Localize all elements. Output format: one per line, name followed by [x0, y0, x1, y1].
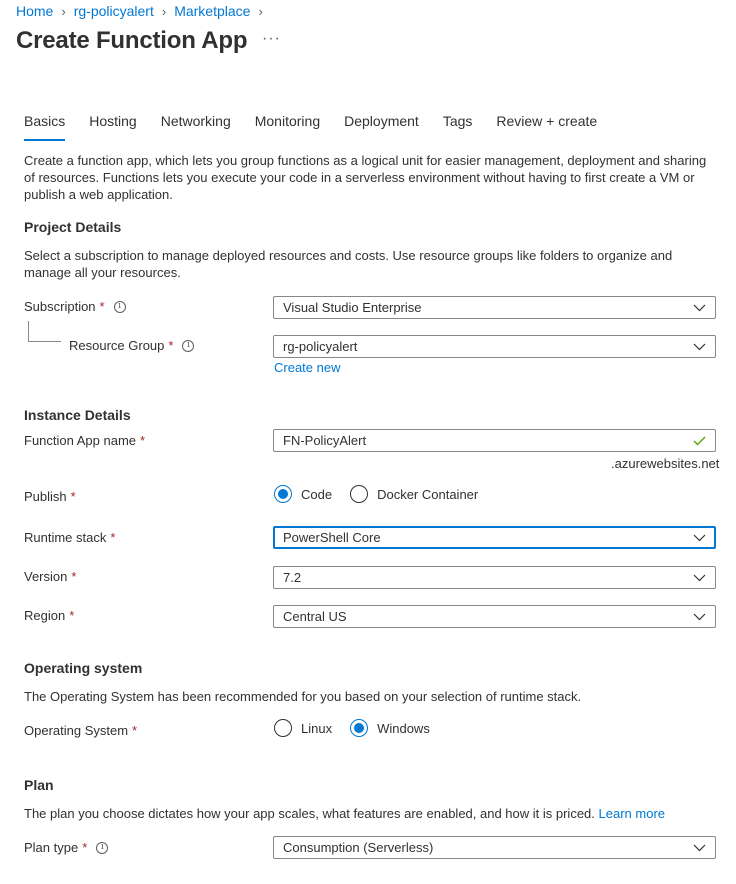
checkmark-icon	[692, 434, 706, 448]
radio-checked-icon[interactable]	[350, 719, 369, 737]
operating-system-label: Operating System *	[24, 723, 137, 738]
function-app-name-label-text: Function App name	[24, 433, 137, 448]
tab-tags[interactable]: Tags	[443, 113, 473, 141]
publish-label-text: Publish	[24, 489, 67, 504]
plan-type-value: Consumption (Serverless)	[283, 840, 434, 855]
tab-hosting[interactable]: Hosting	[89, 113, 136, 141]
required-marker: *	[132, 723, 138, 738]
required-marker: *	[82, 840, 88, 855]
tree-connector	[28, 321, 29, 341]
function-app-name-label: Function App name *	[24, 433, 145, 448]
breadcrumb: Home › rg-policyalert › Marketplace ›	[16, 2, 271, 20]
resource-group-label-text: Resource Group	[69, 338, 165, 353]
tree-connector	[28, 341, 61, 342]
required-marker: *	[110, 530, 116, 545]
info-icon[interactable]: i	[113, 300, 126, 313]
ellipsis-icon[interactable]: ···	[262, 30, 281, 48]
publish-option-docker[interactable]: Docker Container	[350, 485, 478, 503]
version-dropdown[interactable]: 7.2	[273, 566, 716, 589]
runtime-stack-label-text: Runtime stack	[24, 530, 107, 545]
page-title: Create Function App	[16, 27, 248, 54]
runtime-stack-value: PowerShell Core	[283, 530, 381, 545]
os-option-windows-label: Windows	[377, 720, 430, 736]
required-marker: *	[168, 338, 174, 353]
region-dropdown[interactable]: Central US	[273, 605, 716, 628]
plan-description: The plan you choose dictates how your ap…	[24, 805, 719, 822]
version-label: Version *	[24, 569, 76, 584]
required-marker: *	[70, 489, 76, 504]
breadcrumb-resource-group[interactable]: rg-policyalert	[74, 3, 154, 19]
intro-text: Create a function app, which lets you gr…	[24, 153, 707, 202]
required-marker: *	[71, 569, 77, 584]
chevron-down-icon	[692, 531, 706, 545]
operating-system-heading: Operating system	[24, 660, 143, 676]
chevron-right-icon: ›	[258, 3, 263, 19]
function-app-name-value: FN-PolicyAlert	[283, 433, 367, 448]
chevron-down-icon	[692, 841, 706, 855]
chevron-right-icon: ›	[161, 3, 167, 19]
publish-option-code[interactable]: Code	[274, 485, 332, 503]
radio-unchecked-icon[interactable]	[350, 485, 369, 503]
subscription-value: Visual Studio Enterprise	[283, 300, 422, 315]
learn-more-link[interactable]: Learn more	[599, 806, 665, 821]
chevron-down-icon	[692, 610, 706, 624]
tab-bar: Basics Hosting Networking Monitoring Dep…	[24, 113, 621, 141]
publish-option-docker-label: Docker Container	[377, 486, 479, 502]
resource-group-dropdown[interactable]: rg-policyalert	[273, 335, 716, 358]
radio-checked-icon[interactable]	[274, 485, 292, 503]
required-marker: *	[99, 299, 105, 314]
domain-suffix: .azurewebsites.net	[611, 456, 720, 471]
plan-heading: Plan	[24, 777, 54, 793]
region-label-text: Region	[24, 608, 66, 623]
region-label: Region *	[24, 608, 74, 623]
chevron-right-icon: ›	[61, 3, 66, 19]
publish-label: Publish *	[24, 489, 76, 504]
version-label-text: Version	[24, 569, 68, 584]
tab-networking[interactable]: Networking	[161, 113, 231, 141]
publish-radio-group: Code Docker Container	[274, 485, 487, 503]
runtime-stack-dropdown[interactable]: PowerShell Core	[273, 526, 716, 549]
instance-details-heading: Instance Details	[24, 407, 131, 423]
subscription-dropdown[interactable]: Visual Studio Enterprise	[273, 296, 716, 319]
plan-type-label: Plan type * i	[24, 840, 109, 855]
required-marker: *	[69, 608, 75, 623]
version-value: 7.2	[283, 570, 302, 585]
project-details-description: Select a subscription to manage deployed…	[24, 248, 673, 280]
resource-group-label: Resource Group * i	[69, 338, 195, 353]
publish-option-code-label: Code	[301, 486, 333, 502]
tab-monitoring[interactable]: Monitoring	[255, 113, 320, 141]
chevron-down-icon	[692, 301, 706, 315]
os-option-windows[interactable]: Windows	[350, 719, 430, 737]
breadcrumb-home[interactable]: Home	[16, 3, 53, 19]
function-app-name-input[interactable]: FN-PolicyAlert	[273, 429, 716, 452]
runtime-stack-label: Runtime stack *	[24, 530, 115, 545]
create-new-link[interactable]: Create new	[274, 360, 340, 375]
resource-group-value: rg-policyalert	[283, 339, 358, 354]
project-details-heading: Project Details	[24, 219, 122, 235]
subscription-label: Subscription * i	[24, 299, 126, 314]
tab-review-create[interactable]: Review + create	[496, 113, 597, 141]
os-option-linux[interactable]: Linux	[274, 719, 332, 737]
tab-basics[interactable]: Basics	[24, 113, 66, 141]
required-marker: *	[140, 433, 146, 448]
operating-system-label-text: Operating System	[24, 723, 129, 738]
chevron-down-icon	[692, 571, 706, 585]
plan-type-dropdown[interactable]: Consumption (Serverless)	[273, 836, 716, 859]
os-option-linux-label: Linux	[301, 720, 333, 736]
info-icon[interactable]: i	[96, 841, 109, 854]
info-icon[interactable]: i	[182, 339, 195, 352]
chevron-down-icon	[692, 340, 706, 354]
tab-deployment[interactable]: Deployment	[344, 113, 419, 141]
os-radio-group: Linux Windows	[274, 719, 439, 737]
region-value: Central US	[283, 609, 347, 624]
breadcrumb-marketplace[interactable]: Marketplace	[174, 3, 250, 19]
subscription-label-text: Subscription	[24, 299, 96, 314]
operating-system-description: The Operating System has been recommende…	[24, 689, 582, 704]
plan-description-text: The plan you choose dictates how your ap…	[24, 806, 595, 821]
plan-type-label-text: Plan type	[24, 840, 79, 855]
radio-unchecked-icon[interactable]	[274, 719, 292, 737]
